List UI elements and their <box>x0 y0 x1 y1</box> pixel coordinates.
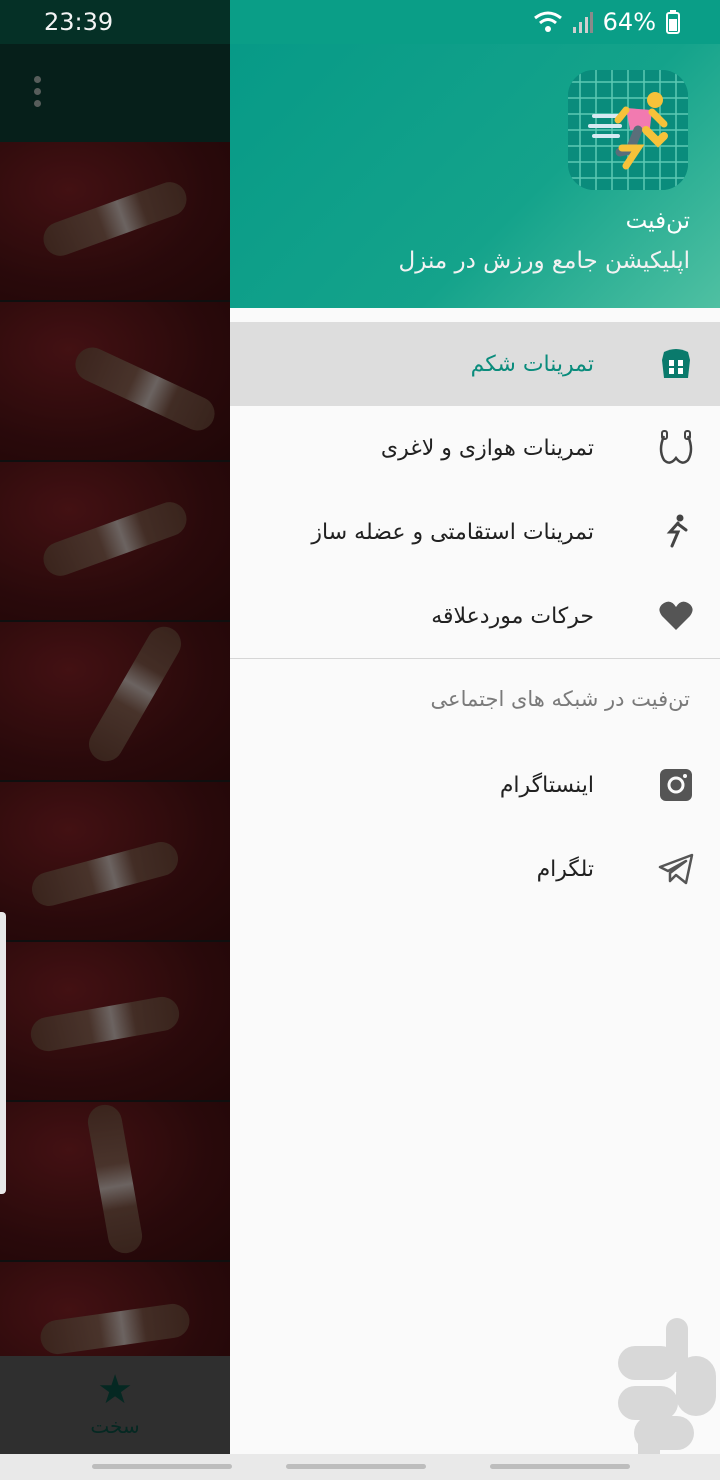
menu-item-abs[interactable]: تمرینات شکم <box>230 322 720 406</box>
store-watermark-logo <box>618 1318 716 1474</box>
battery-percent: 64% <box>602 8 656 36</box>
menu-item-instagram[interactable]: اینستاگرام <box>230 743 720 827</box>
system-navigation-bar <box>0 1454 720 1480</box>
nav-home-handle[interactable] <box>286 1464 426 1469</box>
wifi-icon <box>533 11 562 32</box>
nav-recents-handle[interactable] <box>490 1464 630 1469</box>
battery-icon <box>666 10 680 34</box>
jump-rope-icon <box>659 430 693 464</box>
menu-label: تلگرام <box>536 856 594 882</box>
menu-item-favorites[interactable]: حرکات موردعلاقه <box>230 574 720 658</box>
abs-icon <box>662 349 690 378</box>
runner-bolt-icon <box>666 514 688 548</box>
app-logo <box>568 70 688 190</box>
menu-item-cardio[interactable]: تمرینات هوازی و لاغری <box>230 406 720 490</box>
app-subtitle: اپلیکیشن جامع ورزش در منزل <box>398 248 690 274</box>
heart-icon <box>659 601 693 630</box>
menu-label: تمرینات استقامتی و عضله ساز <box>311 519 594 545</box>
status-time: 23:39 <box>44 8 114 36</box>
menu-item-telegram[interactable]: تلگرام <box>230 827 720 911</box>
instagram-icon <box>660 769 692 801</box>
drawer-scrim[interactable] <box>0 0 230 1480</box>
telegram-icon <box>658 853 694 885</box>
social-section-header: تن‌فیت در شبکه های اجتماعی <box>230 659 720 743</box>
menu-label: حرکات موردعلاقه <box>431 603 594 629</box>
navigation-drawer: تن‌فیت اپلیکیشن جامع ورزش در منزل تمرینا… <box>230 44 720 1454</box>
menu-label: تمرینات شکم <box>470 351 594 377</box>
social-section-title: تن‌فیت در شبکه های اجتماعی <box>430 687 690 711</box>
app-title: تن‌فیت <box>625 208 690 234</box>
menu-label: اینستاگرام <box>499 772 594 798</box>
edge-panel-handle[interactable] <box>0 912 6 1194</box>
drawer-menu: تمرینات شکم تمرینات هوازی و لاغری تمرینا… <box>230 322 720 911</box>
menu-label: تمرینات هوازی و لاغری <box>380 435 594 461</box>
drawer-header: تن‌فیت اپلیکیشن جامع ورزش در منزل <box>230 44 720 308</box>
signal-icon <box>572 12 593 33</box>
status-bar: 23:39 64% <box>0 0 720 44</box>
nav-back-handle[interactable] <box>92 1464 232 1469</box>
status-icons: 64% <box>533 8 680 36</box>
menu-item-strength[interactable]: تمرینات استقامتی و عضله ساز <box>230 490 720 574</box>
